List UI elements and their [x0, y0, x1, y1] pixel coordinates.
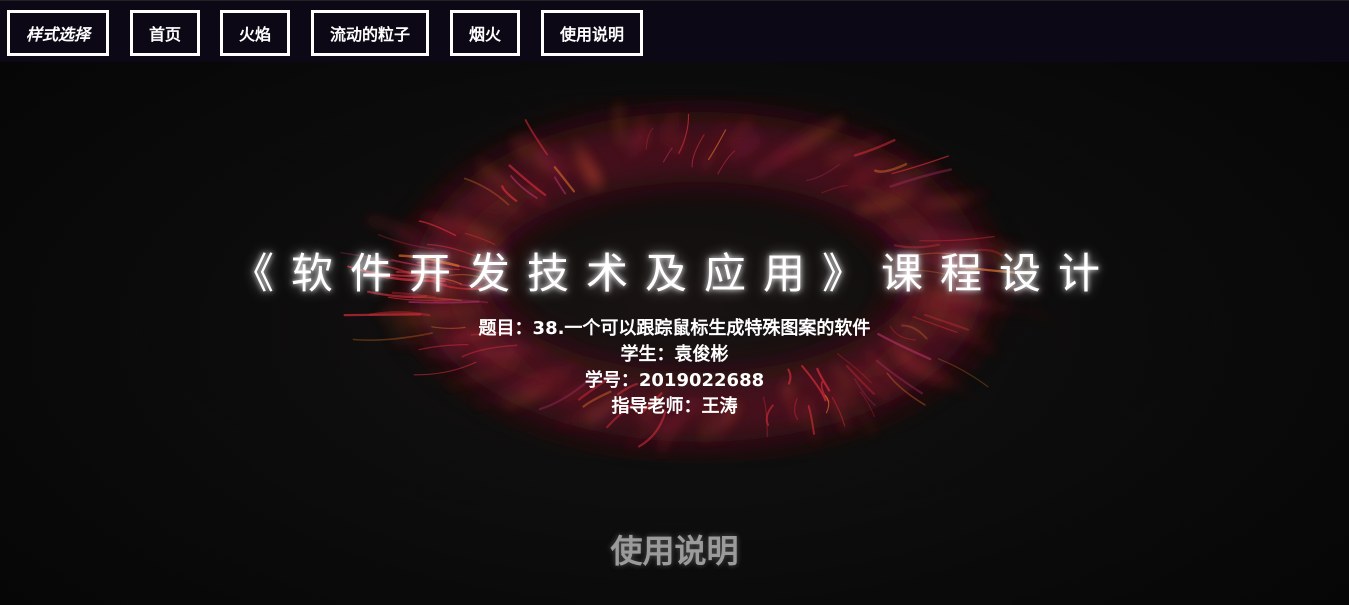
advisor-name: 指导老师：王涛	[611, 396, 738, 417]
particle-stroke	[408, 300, 480, 304]
student-id: 学号：2019022688	[584, 370, 765, 391]
course-title: 《软件开发技术及应用》课程设计	[231, 249, 1117, 298]
particle-stroke	[343, 313, 422, 317]
nav-fireworks-button[interactable]: 烟火	[450, 10, 520, 56]
project-info: 题目：38.一个可以跟踪鼠标生成特殊图案的软件 学生：袁俊彬 学号：201902…	[0, 316, 1349, 420]
nav-instructions-button[interactable]: 使用说明	[541, 10, 643, 56]
student-name: 学生：袁俊彬	[620, 344, 729, 365]
nav-flowing-particles-button[interactable]: 流动的粒子	[311, 10, 429, 56]
project-topic: 题目：38.一个可以跟踪鼠标生成特殊图案的软件	[478, 318, 871, 339]
nav-flame-button[interactable]: 火焰	[220, 10, 290, 56]
nav-style-select-button[interactable]: 样式选择	[7, 10, 109, 56]
nav-home-button[interactable]: 首页	[130, 10, 200, 56]
navbar: 样式选择 首页 火焰 流动的粒子 烟火 使用说明	[0, 0, 1349, 62]
page: 样式选择 首页 火焰 流动的粒子 烟火 使用说明 《软件开发技术及应用》课程设计…	[0, 0, 1349, 605]
usage-heading: 使用说明	[610, 532, 739, 570]
